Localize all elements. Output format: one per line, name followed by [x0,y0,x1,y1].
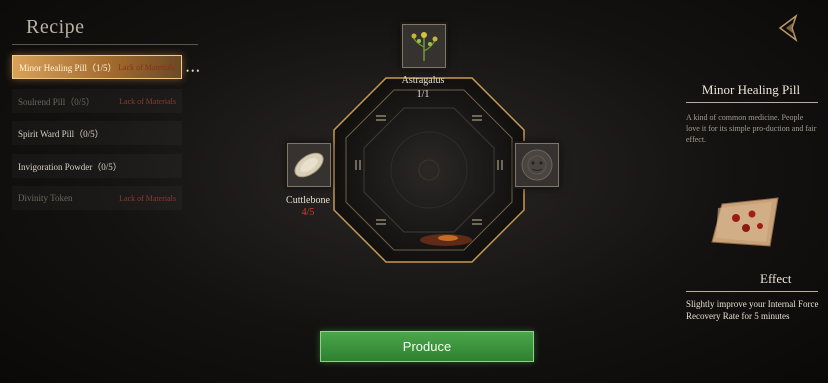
recipe-panel-title: Recipe [26,16,85,38]
recipe-item-invigoration-powder[interactable]: Invigoration Powder（0/5） [12,154,182,178]
recipe-item-label: Spirit Ward Pill（0/5） [18,128,104,139]
recipe-item-label: Invigoration Powder（0/5） [18,161,122,172]
recipe-item-status: Lack of Materials [119,96,176,106]
ingredient-count: 1/1 [416,89,430,100]
pill-description: A kind of common medicine. People love i… [686,113,817,144]
ingredient-count: 4/5 [301,207,315,218]
recipe-item-status: Lack of Materials [118,62,175,72]
ingredient-slot-cuttlebone[interactable] [287,143,331,187]
recipe-item-label: Minor Healing Pill（1/5） [19,62,117,73]
cauldron-icon [521,149,553,181]
recipe-item-soulrend-pill[interactable]: Soulrend Pill（0/5） Lack of Materials [12,89,182,113]
selection-dots-icon: ••• [186,66,202,76]
produce-button[interactable]: Produce [320,331,534,362]
recipe-item-status: Lack of Materials [119,193,176,203]
recipe-divider [12,44,198,45]
ingredient-slot-astragalus[interactable] [402,24,446,68]
pill-package-icon [711,197,779,247]
recipe-item-divinity-token[interactable]: Divinity Token Lack of Materials [12,186,182,210]
alchemy-emblem-icon [778,14,798,42]
effect-divider [686,291,818,292]
pill-title: Minor Healing Pill [701,82,801,97]
recipe-item-spirit-ward-pill[interactable]: Spirit Ward Pill（0/5） [12,121,182,145]
cauldron-slot[interactable] [515,143,559,187]
recipe-item-minor-healing-pill[interactable]: Minor Healing Pill（1/5） Lack of Material… [12,55,182,79]
recipe-item-label: Divinity Token [18,193,73,203]
ingredient-name: Cuttlebone [286,195,330,206]
effect-description: Slightly improve your Internal Force Rec… [686,299,819,321]
cuttlebone-icon [294,152,324,178]
ingredient-name: Astragalus [401,75,445,86]
recipe-item-label: Soulrend Pill（0/5） [18,96,95,107]
effect-heading: Effect [760,271,792,286]
title-divider [686,102,818,103]
herb-icon [411,32,438,61]
